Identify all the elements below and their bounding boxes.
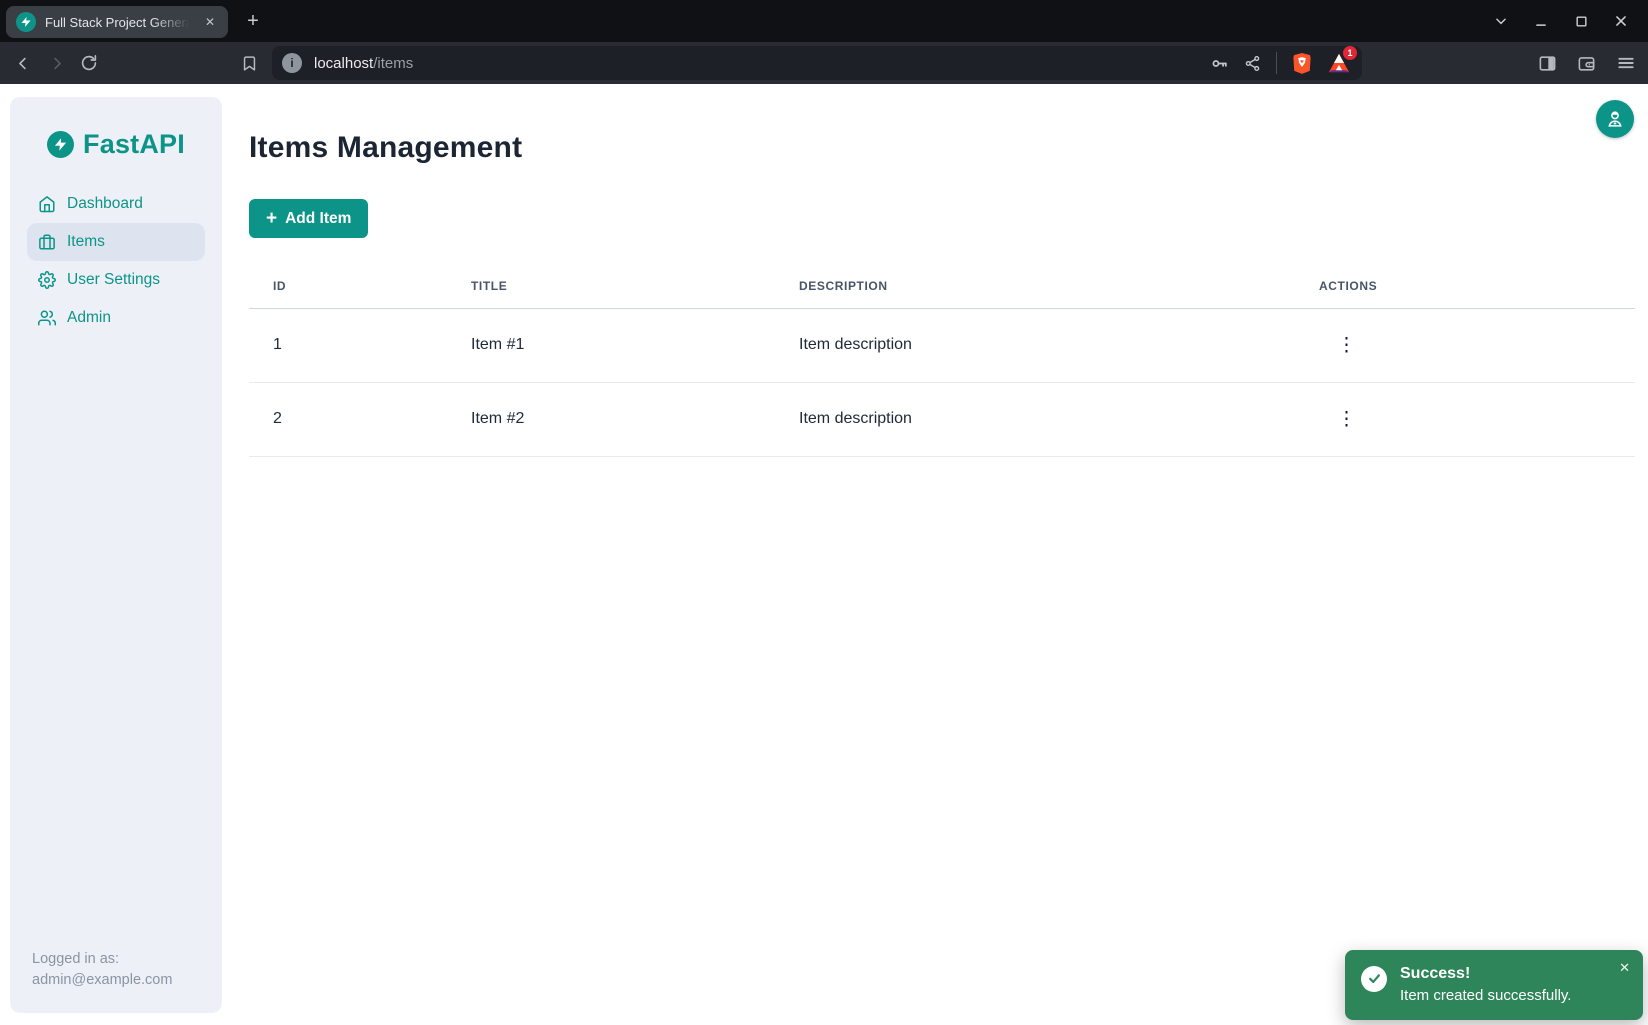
user-menu-button[interactable] [1596, 100, 1634, 138]
tab-close-icon[interactable]: ✕ [200, 12, 220, 32]
menu-hamburger-icon[interactable] [1616, 53, 1636, 73]
bolt-icon [47, 131, 74, 158]
reload-button[interactable] [74, 48, 104, 78]
user-avatar-icon [1604, 108, 1626, 130]
toast-text: Success! Item created successfully. [1400, 963, 1571, 1007]
divider [1276, 52, 1277, 74]
rewards-badge: 1 [1343, 46, 1357, 60]
brave-rewards-icon[interactable]: 1 [1327, 51, 1351, 75]
add-item-label: Add Item [285, 210, 351, 228]
cell-description: Item description [775, 308, 1295, 382]
items-table: ID TITLE DESCRIPTION ACTIONS 1 Item #1 I… [249, 268, 1635, 457]
site-info-icon[interactable]: i [282, 53, 302, 73]
home-icon [38, 195, 56, 213]
cell-id: 1 [249, 308, 447, 382]
logged-in-email: admin@example.com [32, 970, 208, 991]
add-item-button[interactable]: + Add Item [249, 199, 368, 238]
success-toast: Success! Item created successfully. ✕ [1345, 950, 1643, 1020]
sidebar-item-dashboard[interactable]: Dashboard [27, 185, 205, 223]
url-bar[interactable]: i localhost/items 1 [272, 46, 1362, 80]
header-title: TITLE [447, 268, 775, 308]
toast-close-icon[interactable]: ✕ [1617, 958, 1632, 978]
browser-toolbar: i localhost/items 1 [0, 42, 1648, 84]
gear-icon [38, 271, 56, 289]
briefcase-icon [38, 233, 56, 251]
tab-bar: Full Stack Project Genera ✕ + [0, 0, 1648, 42]
url-path: /items [373, 55, 413, 72]
toast-title: Success! [1400, 963, 1571, 985]
users-icon [38, 309, 56, 327]
url-host: localhost [314, 55, 373, 72]
fastapi-logo: FastAPI [10, 129, 222, 160]
table-row: 2 Item #2 Item description ⋮ [249, 382, 1635, 456]
main-content: Items Management + Add Item ID TITLE DES… [222, 84, 1648, 1025]
close-window-button[interactable] [1608, 8, 1634, 34]
tab-search-chevron-icon[interactable] [1488, 8, 1514, 34]
row-actions-kebab-icon[interactable]: ⋮ [1329, 334, 1364, 357]
window-controls [1488, 8, 1648, 34]
url-bar-icons: 1 [1210, 51, 1351, 75]
plus-icon: + [266, 209, 277, 228]
cell-description: Item description [775, 382, 1295, 456]
key-icon[interactable] [1210, 54, 1229, 73]
table-row: 1 Item #1 Item description ⋮ [249, 308, 1635, 382]
sidebar-item-items[interactable]: Items [27, 223, 205, 261]
url-text: localhost/items [314, 55, 413, 72]
logged-in-label: Logged in as: [32, 949, 208, 970]
header-description: DESCRIPTION [775, 268, 1295, 308]
check-circle-icon [1361, 966, 1387, 992]
share-icon[interactable] [1244, 55, 1261, 72]
logo-text: FastAPI [83, 129, 185, 160]
sidebar-item-label: User Settings [67, 271, 160, 289]
sidebar-nav: Dashboard Items User Settings Admin [10, 185, 222, 337]
cell-title: Item #2 [447, 382, 775, 456]
wallet-icon[interactable] [1577, 54, 1596, 73]
cell-id: 2 [249, 382, 447, 456]
sidebar: FastAPI Dashboard Items User Settings [10, 97, 222, 1013]
fastapi-favicon-icon [16, 12, 36, 32]
page-title: Items Management [249, 131, 1635, 165]
toast-message: Item created successfully. [1400, 985, 1571, 1008]
sidebar-item-label: Dashboard [67, 195, 143, 213]
maximize-button[interactable] [1568, 8, 1594, 34]
header-actions: ACTIONS [1295, 268, 1635, 308]
browser-tab[interactable]: Full Stack Project Genera ✕ [6, 6, 228, 38]
bookmark-icon[interactable] [234, 48, 264, 78]
sidebar-item-admin[interactable]: Admin [27, 299, 205, 337]
brave-shield-icon[interactable] [1292, 52, 1312, 74]
sidebar-item-label: Admin [67, 309, 111, 327]
sidebar-item-label: Items [67, 233, 105, 251]
cell-title: Item #1 [447, 308, 775, 382]
sidebar-toggle-icon[interactable] [1538, 54, 1557, 73]
back-button[interactable] [8, 48, 38, 78]
browser-window: Full Stack Project Genera ✕ + [0, 0, 1648, 1025]
forward-button[interactable] [41, 48, 71, 78]
toolbar-right-icons [1538, 53, 1636, 73]
table-header-row: ID TITLE DESCRIPTION ACTIONS [249, 268, 1635, 308]
sidebar-item-user-settings[interactable]: User Settings [27, 261, 205, 299]
new-tab-button[interactable]: + [238, 6, 268, 36]
row-actions-kebab-icon[interactable]: ⋮ [1329, 408, 1364, 431]
page-content: FastAPI Dashboard Items User Settings [0, 84, 1648, 1025]
tab-title: Full Stack Project Genera [45, 15, 193, 30]
sidebar-footer: Logged in as: admin@example.com [10, 949, 222, 1013]
minimize-button[interactable] [1528, 8, 1554, 34]
header-id: ID [249, 268, 447, 308]
